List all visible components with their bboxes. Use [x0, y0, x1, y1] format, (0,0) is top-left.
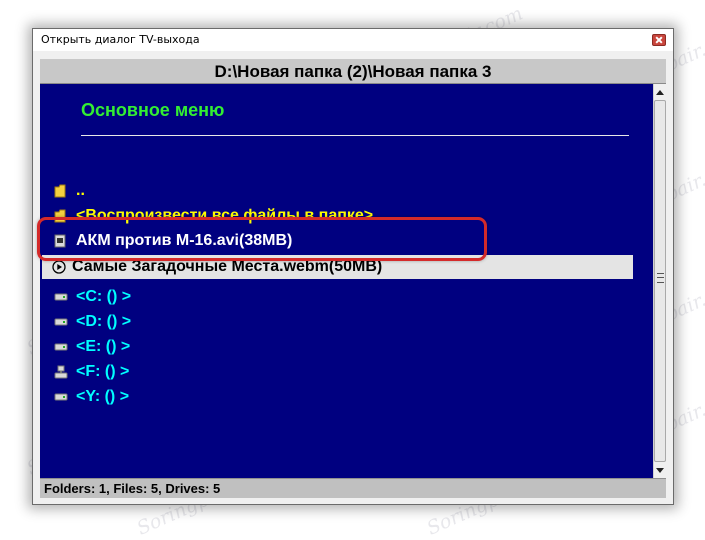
- list-item-label: <D: () >: [76, 313, 132, 330]
- grip-icon: [657, 273, 664, 283]
- list-item-drive[interactable]: <E: () >: [46, 335, 636, 359]
- list-item-drive[interactable]: <Y: () >: [46, 385, 636, 409]
- tv-output-dialog: Открыть диалог TV-выхода D:\Новая папка …: [32, 28, 674, 505]
- scroll-down-arrow-icon[interactable]: [654, 462, 666, 478]
- list-item-parent-folder[interactable]: ..: [46, 179, 636, 203]
- drive-icon: [46, 292, 76, 302]
- main-menu-link[interactable]: Основное меню: [81, 100, 224, 121]
- list-item-label: <Y: () >: [76, 388, 130, 405]
- list-item-label: <F: () >: [76, 363, 130, 380]
- list-item-label: <E: () >: [76, 338, 131, 355]
- close-button[interactable]: [652, 34, 666, 46]
- folder-icon: [46, 184, 76, 198]
- divider: [81, 135, 629, 136]
- highlight-annotation: [37, 217, 487, 261]
- list-item-label: <C: () >: [76, 288, 132, 305]
- drive-icon: [46, 342, 76, 352]
- title-bar[interactable]: Открыть диалог TV-выхода: [33, 29, 673, 51]
- list-item-drive[interactable]: <C: () >: [46, 285, 636, 309]
- scroll-thumb[interactable]: [654, 100, 666, 462]
- current-path: D:\Новая папка (2)\Новая папка 3: [40, 59, 666, 84]
- play-icon: [42, 260, 72, 274]
- vertical-scrollbar[interactable]: [653, 84, 666, 478]
- drive-icon: [46, 317, 76, 327]
- list-item-drive[interactable]: <D: () >: [46, 310, 636, 334]
- status-bar: Folders: 1, Files: 5, Drives: 5: [40, 478, 666, 498]
- list-item-drive[interactable]: <F: () >: [46, 360, 636, 384]
- list-item-label: ..: [76, 182, 85, 199]
- file-list[interactable]: Основное меню .. <Воспроизвести все файл…: [40, 84, 653, 478]
- window-title: Открыть диалог TV-выхода: [41, 33, 200, 46]
- scroll-up-arrow-icon[interactable]: [654, 84, 666, 100]
- network-drive-icon: [46, 365, 76, 379]
- drive-icon: [46, 392, 76, 402]
